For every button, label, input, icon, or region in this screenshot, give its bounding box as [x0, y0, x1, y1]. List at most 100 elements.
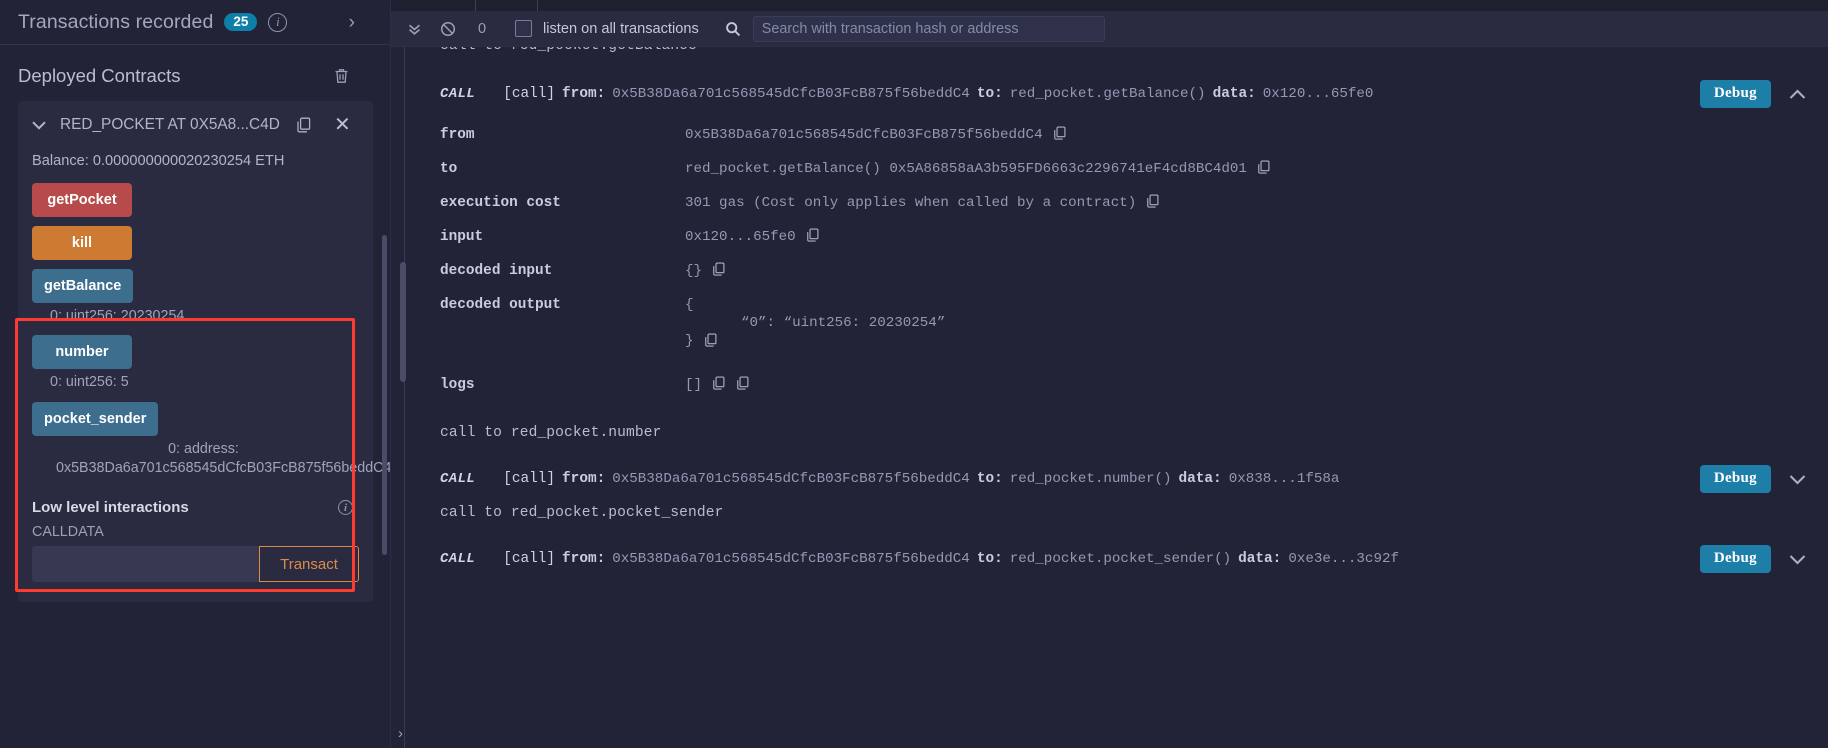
- detail-value: red_pocket.getBalance() 0x5A86858aA3b595…: [685, 161, 1247, 177]
- function-pocketsender-wrap: pocket_sender: [18, 401, 373, 436]
- call-to-label: to:: [976, 471, 1003, 487]
- copy-icon[interactable]: [806, 228, 820, 243]
- detail-row-logs: logs []: [407, 376, 1828, 411]
- call-row-actions: Debug: [1699, 80, 1806, 108]
- function-button-kill[interactable]: kill: [32, 226, 132, 260]
- ban-circle-icon[interactable]: [431, 21, 465, 37]
- detail-value: 0x5B38Da6a701c568545dCfcB03FcB875f56bedd…: [685, 127, 1043, 143]
- detail-value-wrap: red_pocket.getBalance() 0x5A86858aA3b595…: [685, 160, 1271, 177]
- search-icon[interactable]: [725, 21, 741, 37]
- function-result-getBalance: 0: uint256: 20230254: [50, 308, 185, 324]
- copy-icon[interactable]: [712, 376, 726, 391]
- detail-key: input: [440, 229, 484, 245]
- chevron-down-icon[interactable]: [1789, 474, 1806, 485]
- detail-key: from: [440, 127, 475, 143]
- call-tag: [call]: [503, 86, 556, 102]
- chevron-right-icon[interactable]: ›: [349, 13, 381, 32]
- terminal-call-row[interactable]: CALL [call] from: 0x5B38Da6a701c568545dC…: [407, 80, 1828, 108]
- function-getpocket-wrap: getPocket: [18, 183, 373, 217]
- close-icon[interactable]: ✕: [334, 115, 351, 135]
- call-from-value: 0x5B38Da6a701c568545dCfcB03FcB875f56bedd…: [612, 471, 970, 487]
- trash-icon[interactable]: [334, 68, 349, 84]
- call-data-value: 0xe3e...3c92f: [1288, 551, 1399, 567]
- info-icon[interactable]: i: [268, 12, 288, 32]
- copy-icon[interactable]: [712, 262, 726, 277]
- double-chevron-down-icon[interactable]: [397, 21, 431, 37]
- detail-value-wrap: []: [685, 376, 750, 393]
- contract-header[interactable]: RED_POCKET AT 0X5A8...C4D ✕: [18, 101, 373, 147]
- left-panel-scrollbar[interactable]: [382, 235, 387, 555]
- info-icon[interactable]: i: [338, 500, 353, 516]
- call-data-label: data:: [1178, 471, 1222, 487]
- function-number-wrap: number: [18, 335, 373, 370]
- detail-key: decoded input: [440, 263, 553, 279]
- copy-logs-icon[interactable]: [736, 376, 750, 391]
- deployed-contract-card: RED_POCKET AT 0X5A8...C4D ✕ Balance: 0.0…: [18, 101, 391, 603]
- function-button-getBalance[interactable]: getBalance: [32, 269, 134, 303]
- function-button-number[interactable]: number: [32, 335, 132, 370]
- low-level-interactions-header: Low level interactions i: [18, 487, 373, 516]
- transact-button[interactable]: Transact: [259, 546, 359, 583]
- function-button-getPocket[interactable]: getPocket: [32, 183, 132, 217]
- calldata-row: Transact: [18, 546, 373, 596]
- chevron-up-icon[interactable]: [1789, 89, 1806, 100]
- transactions-recorded-label: Transactions recorded: [18, 10, 214, 33]
- deploy-run-panel: Transactions recorded 25 i › Deployed Co…: [0, 0, 391, 748]
- terminal-panel: 19 return address(this).balance; 0 liste…: [391, 0, 1828, 748]
- debug-button[interactable]: Debug: [1699, 80, 1771, 108]
- detail-value-wrap: 301 gas (Cost only applies when called b…: [685, 194, 1160, 211]
- calldata-label: CALLDATA: [32, 524, 104, 541]
- function-button-pocket_sender[interactable]: pocket_sender: [32, 401, 159, 436]
- detail-value-wrap: { “0”: “uint256: 20230254” }: [685, 297, 945, 349]
- detail-key: decoded output: [440, 297, 561, 313]
- chevron-down-icon[interactable]: [32, 120, 46, 130]
- detail-value-close: }: [685, 333, 694, 349]
- terminal-toolbar: 0 listen on all transactions: [391, 11, 1828, 47]
- chevron-down-icon[interactable]: [1789, 554, 1806, 565]
- detail-value: 0x120...65fe0: [685, 229, 796, 245]
- detail-row-execution-cost: execution cost 301 gas (Cost only applie…: [407, 194, 1828, 229]
- call-to-label: to:: [976, 86, 1003, 102]
- call-to-value: red_pocket.getBalance(): [1009, 86, 1206, 102]
- call-keyword: CALL: [440, 471, 476, 487]
- debug-button[interactable]: Debug: [1699, 465, 1771, 493]
- terminal-call-row[interactable]: CALL [call] from: 0x5B38Da6a701c568545dC…: [407, 545, 1828, 573]
- detail-key: to: [440, 161, 458, 177]
- call-from-label: from:: [562, 471, 606, 487]
- function-result-number: 0: uint256: 5: [50, 374, 129, 391]
- detail-value: []: [685, 377, 703, 393]
- pending-transactions-count: 0: [477, 20, 487, 37]
- terminal-call-row[interactable]: CALL [call] from: 0x5B38Da6a701c568545dC…: [407, 465, 1828, 493]
- detail-value-wrap: {}: [685, 262, 726, 279]
- call-from-value: 0x5B38Da6a701c568545dCfcB03FcB875f56bedd…: [612, 551, 970, 567]
- low-level-interactions-label: Low level interactions: [32, 499, 189, 517]
- search-input[interactable]: [752, 15, 1105, 42]
- calldata-input[interactable]: [32, 546, 259, 583]
- listen-on-all-transactions-checkbox[interactable]: [515, 20, 532, 37]
- call-data-value: 0x120...65fe0: [1262, 86, 1374, 102]
- deployed-contracts-label: Deployed Contracts: [18, 65, 181, 86]
- copy-icon[interactable]: [296, 117, 312, 134]
- contract-balance: Balance: 0.000000000020230254 ETH: [32, 153, 285, 169]
- call-from-value: 0x5B38Da6a701c568545dCfcB03FcB875f56bedd…: [612, 86, 970, 102]
- copy-icon[interactable]: [1053, 126, 1067, 141]
- terminal-scrollbar[interactable]: [400, 262, 406, 382]
- detail-row-from: from 0x5B38Da6a701c568545dCfcB03FcB875f5…: [407, 126, 1828, 161]
- detail-value-wrap: 0x120...65fe0: [685, 228, 820, 245]
- call-from-label: from:: [562, 86, 606, 102]
- call-data-label: data:: [1212, 86, 1256, 102]
- detail-key: execution cost: [440, 195, 561, 211]
- contract-name: RED_POCKET AT 0X5A8...C4D: [60, 116, 280, 133]
- function-result-pocket_sender: 0: address: 0x5B38Da6a701c568545dCfcB03F…: [56, 440, 391, 476]
- copy-icon[interactable]: [1146, 194, 1160, 209]
- debug-button[interactable]: Debug: [1699, 545, 1771, 573]
- copy-icon[interactable]: [704, 333, 718, 348]
- transactions-recorded-bar[interactable]: Transactions recorded 25 i ›: [0, 0, 391, 44]
- copy-icon[interactable]: [1257, 160, 1271, 175]
- deployed-contracts-header: Deployed Contracts: [0, 45, 391, 101]
- call-to-value: red_pocket.pocket_sender(): [1009, 551, 1232, 567]
- chevron-right-icon[interactable]: ›: [398, 725, 403, 742]
- function-kill-wrap: kill: [18, 226, 373, 260]
- detail-value-wrap: 0x5B38Da6a701c568545dCfcB03FcB875f56bedd…: [685, 126, 1067, 143]
- code-line: 19 return address(this).balance;: [391, 0, 779, 11]
